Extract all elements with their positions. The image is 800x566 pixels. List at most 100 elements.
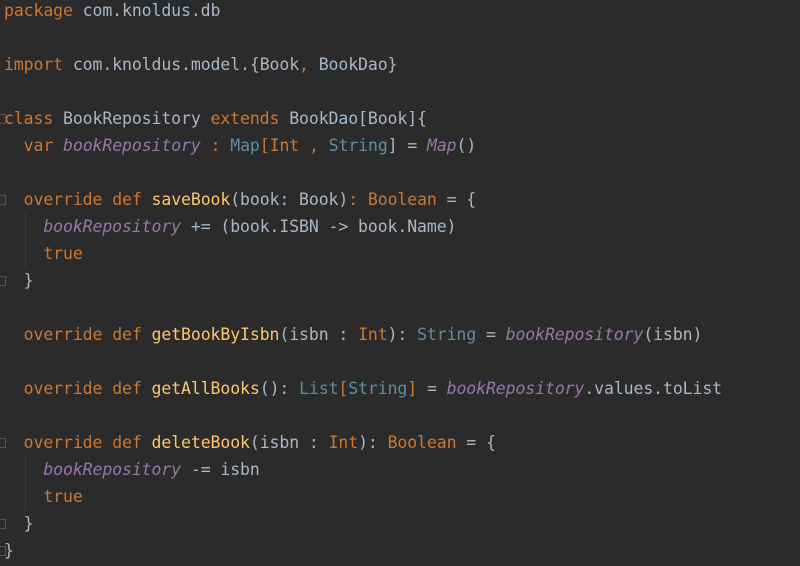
code-line[interactable]: class BookRepository extends BookDao[Boo…: [4, 105, 427, 132]
code-token: true: [43, 244, 83, 263]
code-line[interactable]: override def saveBook(book: Book): Boole…: [4, 186, 477, 213]
code-token: List: [299, 379, 339, 398]
code-token: (): [456, 136, 477, 155]
code-token: [: [259, 136, 270, 155]
code-token: ]: [407, 379, 418, 398]
code-token: ,: [308, 136, 319, 155]
code-token: :: [210, 136, 221, 155]
code-token: ):: [358, 433, 388, 452]
code-token: override: [23, 433, 103, 452]
code-token: }: [4, 514, 34, 533]
code-line[interactable]: bookRepository -= isbn: [4, 456, 260, 483]
code-token: Int: [358, 325, 388, 344]
code-token: getAllBooks: [151, 379, 260, 398]
code-line[interactable]: import com.knoldus.model.{Book, BookDao}: [4, 51, 397, 78]
code-token: (book: Book): [230, 190, 349, 209]
code-line[interactable]: override def deleteBook(isbn : Int): Boo…: [4, 429, 496, 456]
code-line[interactable]: override def getBookByIsbn(isbn : Int): …: [4, 321, 703, 348]
code-token: .values.toList: [584, 379, 723, 398]
code-token: extends: [210, 109, 280, 128]
code-editor[interactable]: package com.knoldus.db import com.knoldus…: [0, 0, 800, 566]
code-token: [: [338, 379, 349, 398]
code-token: def: [112, 433, 142, 452]
fold-marker-icon[interactable]: [0, 276, 6, 286]
code-token: Boolean: [387, 433, 457, 452]
indent-guide: [25, 456, 26, 510]
code-token: ():: [259, 379, 300, 398]
code-token: true: [43, 487, 83, 506]
code-token: import: [4, 55, 64, 74]
code-line[interactable]: true: [4, 240, 83, 267]
code-token: bookRepository: [63, 136, 201, 155]
code-token: override: [23, 379, 103, 398]
code-token: def: [112, 379, 142, 398]
code-token: deleteBook: [151, 433, 250, 452]
code-token: Map: [230, 136, 260, 155]
code-token: += (book.ISBN -> book.Name): [181, 217, 457, 236]
code-line[interactable]: }: [4, 510, 34, 537]
code-token: :: [348, 190, 359, 209]
code-line[interactable]: package com.knoldus.db: [4, 0, 220, 24]
code-line[interactable]: bookRepository += (book.ISBN -> book.Nam…: [4, 213, 456, 240]
code-token: (isbn :: [279, 325, 359, 344]
fold-marker-icon[interactable]: [0, 546, 6, 556]
code-line[interactable]: var bookRepository : Map[Int , String] =…: [4, 132, 477, 159]
code-token: Map: [427, 136, 457, 155]
code-token: =: [417, 379, 447, 398]
code-token: BookDao}: [308, 55, 398, 74]
code-token: String: [417, 325, 477, 344]
code-token: ,: [299, 55, 309, 74]
code-token: bookRepository: [446, 379, 585, 398]
code-token: bookRepository: [43, 460, 182, 479]
code-token: getBookByIsbn: [151, 325, 280, 344]
code-line[interactable]: }: [4, 267, 34, 294]
code-token: String: [348, 379, 408, 398]
code-token: = {: [436, 190, 477, 209]
code-token: -= isbn: [181, 460, 260, 479]
fold-marker-icon[interactable]: [0, 195, 6, 205]
code-token: (isbn): [643, 325, 703, 344]
code-token: override: [23, 190, 103, 209]
code-token: Boolean: [367, 190, 437, 209]
code-token: saveBook: [151, 190, 231, 209]
code-token: com.knoldus.db: [72, 1, 221, 20]
fold-marker-icon[interactable]: [0, 114, 6, 124]
fold-marker-icon[interactable]: [0, 519, 6, 529]
code-token: override: [23, 325, 103, 344]
code-token: BookDao[Book]{: [279, 109, 427, 128]
code-token: String: [328, 136, 388, 155]
code-token: =: [476, 325, 506, 344]
code-token: (isbn :: [249, 433, 329, 452]
code-token: = {: [456, 433, 496, 452]
code-token: Int: [269, 136, 300, 155]
fold-marker-icon[interactable]: [0, 438, 6, 448]
code-token: BookRepository: [53, 109, 211, 128]
code-line[interactable]: true: [4, 483, 83, 510]
code-token: ):: [387, 325, 418, 344]
code-token: var: [23, 136, 54, 155]
code-token: bookRepository: [505, 325, 644, 344]
code-token: package: [4, 1, 73, 20]
code-line[interactable]: override def getAllBooks(): List[String]…: [4, 375, 722, 402]
code-token: Int: [328, 433, 359, 452]
